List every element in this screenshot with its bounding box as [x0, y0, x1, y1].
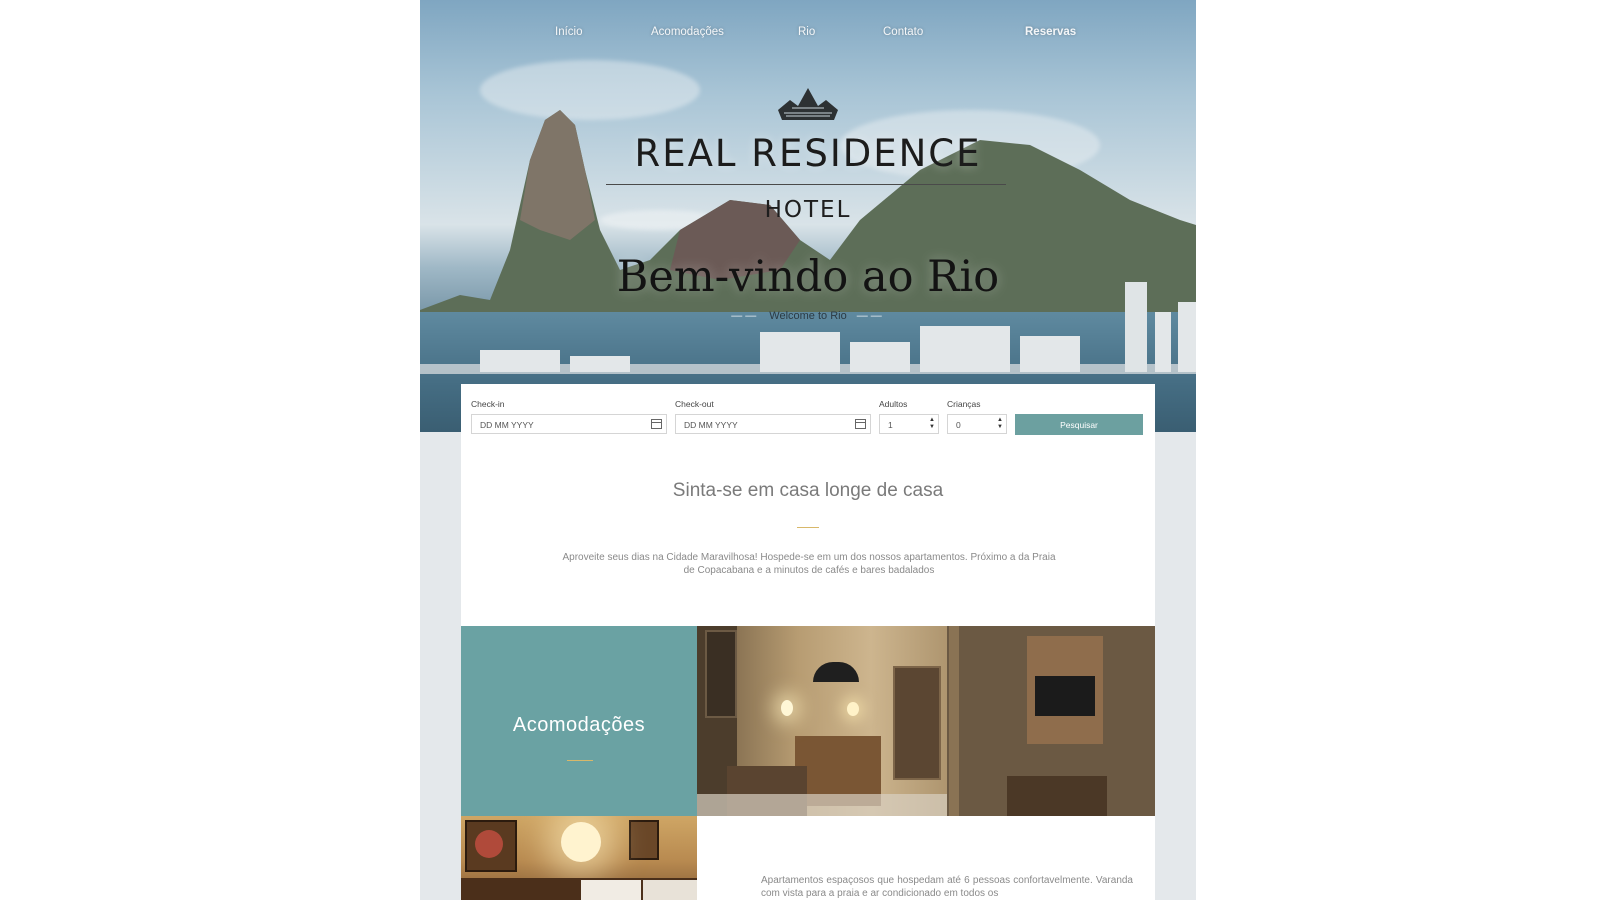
- gold-divider: [567, 760, 593, 761]
- logo-divider: [606, 184, 1006, 185]
- bedroom-photo: [461, 816, 697, 900]
- logo-main-text: REAL RESIDENCE: [634, 132, 982, 175]
- crown-icon: [778, 88, 838, 120]
- accommodations-description: Apartamentos espaçosos que hospedam até …: [761, 875, 1133, 899]
- nav-link-rio[interactable]: Rio: [798, 26, 815, 38]
- search-button[interactable]: Pesquisar: [1015, 414, 1143, 435]
- hotel-logo: [420, 86, 1196, 126]
- gold-divider: [797, 527, 819, 528]
- main-nav: Início Acomodações Rio Contato Reservas: [420, 26, 1196, 46]
- checkout-label: Check-out: [675, 399, 714, 409]
- calendar-icon[interactable]: [651, 419, 662, 429]
- hero-banner: Início Acomodações Rio Contato Reservas …: [420, 0, 1196, 432]
- welcome-subtitle: —— Welcome to Rio ——: [731, 310, 885, 322]
- accommodations-panel[interactable]: Acomodações: [461, 626, 697, 816]
- page-frame: Início Acomodações Rio Contato Reservas …: [420, 0, 1196, 900]
- intro-text: Aproveite seus dias na Cidade Maravilhos…: [562, 552, 1056, 576]
- dash-decoration: ——: [731, 310, 760, 322]
- checkin-input[interactable]: DD MM YYYY: [471, 414, 667, 434]
- checkout-input[interactable]: DD MM YYYY: [675, 414, 871, 434]
- children-stepper[interactable]: 0 ▲ ▼: [947, 414, 1007, 434]
- booking-card: Check-in DD MM YYYY Check-out DD MM YYYY…: [461, 384, 1155, 626]
- accommodations-description-panel: Apartamentos espaçosos que hospedam até …: [697, 816, 1155, 900]
- logo-sub-text: HOTEL: [764, 197, 852, 223]
- checkin-label: Check-in: [471, 399, 505, 409]
- living-room-photo: [697, 626, 1155, 816]
- nav-link-acomodacoes[interactable]: Acomodações: [651, 26, 724, 38]
- welcome-title: Bem-vindo ao Rio: [616, 252, 1000, 302]
- tagline-heading: Sinta-se em casa longe de casa: [672, 480, 944, 501]
- nav-link-contato[interactable]: Contato: [883, 26, 923, 38]
- stepper-arrows-icon[interactable]: ▲ ▼: [997, 417, 1003, 431]
- adults-label: Adultos: [879, 399, 908, 409]
- dash-decoration: ——: [856, 310, 885, 322]
- nav-link-inicio[interactable]: Início: [555, 26, 583, 38]
- nav-link-reservas[interactable]: Reservas: [1025, 26, 1076, 38]
- adults-stepper[interactable]: 1 ▲ ▼: [879, 414, 939, 434]
- children-label: Crianças: [947, 399, 981, 409]
- stepper-arrows-icon[interactable]: ▲ ▼: [929, 417, 935, 431]
- accommodations-title: Acomodações: [512, 714, 646, 736]
- calendar-icon[interactable]: [855, 419, 866, 429]
